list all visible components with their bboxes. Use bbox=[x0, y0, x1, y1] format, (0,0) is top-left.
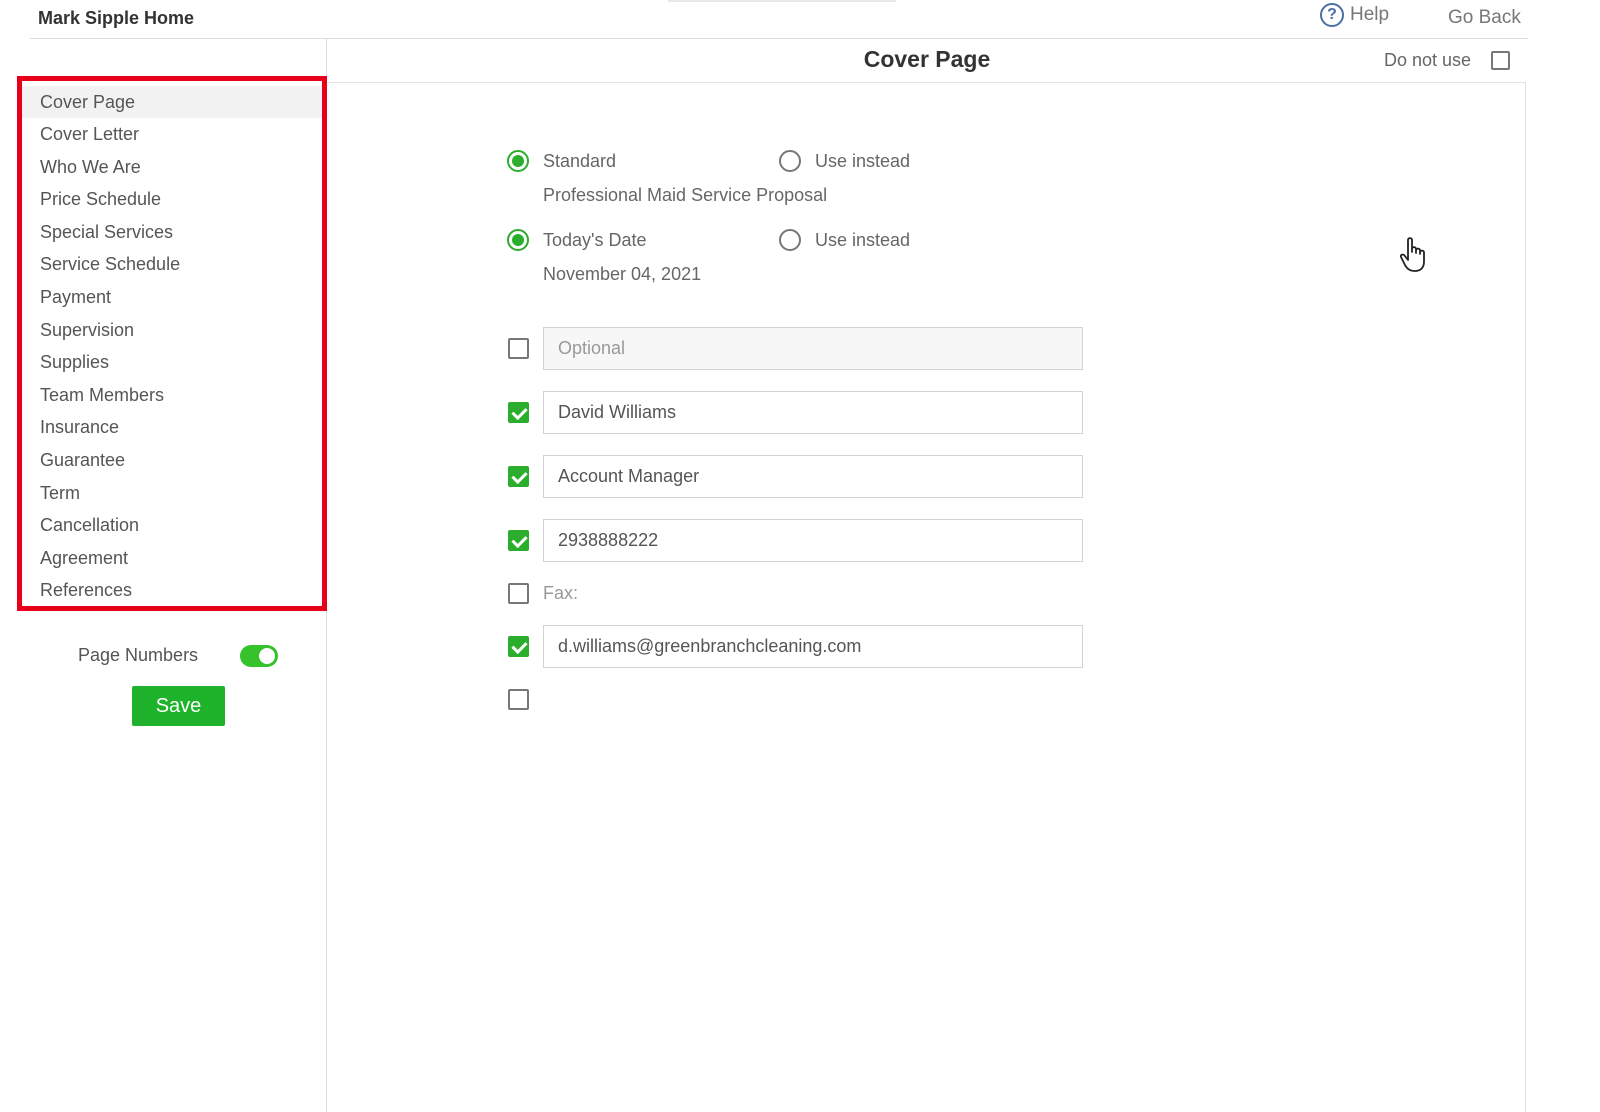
home-brand-link[interactable]: Mark Sipple Home bbox=[38, 8, 194, 29]
name-checkbox[interactable] bbox=[508, 402, 529, 423]
standard-title-value: Professional Maid Service Proposal bbox=[543, 185, 828, 205]
nav-item-supplies[interactable]: Supplies bbox=[22, 346, 322, 378]
header-divider bbox=[30, 38, 1528, 39]
top-tab-hint bbox=[668, 0, 896, 2]
title-standard-label: Standard bbox=[543, 151, 617, 171]
page-numbers-label: Page Numbers bbox=[78, 645, 199, 665]
email-input[interactable]: d.williams@greenbranchcleaning.com bbox=[543, 625, 1083, 668]
optional-line-input[interactable]: Optional bbox=[543, 327, 1083, 370]
section-nav: Cover Page Cover Letter Who We Are Price… bbox=[17, 76, 327, 611]
extra-line-checkbox[interactable] bbox=[508, 689, 529, 710]
nav-item-cover-page[interactable]: Cover Page bbox=[22, 86, 322, 118]
job-title-checkbox[interactable] bbox=[508, 466, 529, 487]
do-not-use-checkbox[interactable] bbox=[1491, 51, 1510, 70]
toggle-knob bbox=[259, 648, 275, 664]
date-use-instead-radio[interactable] bbox=[779, 229, 801, 251]
nav-item-special-services[interactable]: Special Services bbox=[22, 216, 322, 248]
date-today-radio[interactable] bbox=[507, 229, 529, 251]
email-checkbox[interactable] bbox=[508, 636, 529, 657]
date-use-instead-label: Use instead bbox=[815, 230, 911, 250]
go-back-link[interactable]: Go Back bbox=[1448, 7, 1521, 29]
today-date-value: November 04, 2021 bbox=[543, 264, 702, 284]
fax-label: Fax: bbox=[543, 583, 579, 603]
title-use-instead-label: Use instead bbox=[815, 151, 911, 171]
title-use-instead-radio[interactable] bbox=[779, 150, 801, 172]
title-standard-radio[interactable] bbox=[507, 150, 529, 172]
nav-item-term[interactable]: Term bbox=[22, 477, 322, 509]
nav-item-price-schedule[interactable]: Price Schedule bbox=[22, 183, 322, 215]
hand-cursor-icon bbox=[1399, 237, 1425, 272]
date-today-label: Today's Date bbox=[543, 230, 647, 250]
nav-item-insurance[interactable]: Insurance bbox=[22, 411, 322, 443]
nav-item-references[interactable]: References bbox=[22, 574, 322, 606]
nav-item-who-we-are[interactable]: Who We Are bbox=[22, 151, 322, 183]
nav-item-cover-letter[interactable]: Cover Letter bbox=[22, 118, 322, 150]
main-header-divider bbox=[327, 82, 1525, 83]
nav-item-cancellation[interactable]: Cancellation bbox=[22, 509, 322, 541]
nav-item-guarantee[interactable]: Guarantee bbox=[22, 444, 322, 476]
name-input[interactable]: David Williams bbox=[543, 391, 1083, 434]
page-title: Cover Page bbox=[863, 46, 991, 72]
help-label: Help bbox=[1350, 4, 1390, 25]
nav-item-agreement[interactable]: Agreement bbox=[22, 542, 322, 574]
nav-item-team-members[interactable]: Team Members bbox=[22, 379, 322, 411]
do-not-use-label: Do not use bbox=[1384, 50, 1472, 70]
optional-line-checkbox[interactable] bbox=[508, 338, 529, 359]
fax-checkbox[interactable] bbox=[508, 583, 529, 604]
main-right-border bbox=[1525, 82, 1526, 1112]
nav-item-service-schedule[interactable]: Service Schedule bbox=[22, 248, 322, 280]
help-link[interactable]: ? Help bbox=[1320, 3, 1389, 27]
save-button[interactable]: Save bbox=[132, 686, 225, 726]
job-title-input[interactable]: Account Manager bbox=[543, 455, 1083, 498]
phone-input[interactable]: 2938888222 bbox=[543, 519, 1083, 562]
nav-item-payment[interactable]: Payment bbox=[22, 281, 322, 313]
page-numbers-toggle[interactable] bbox=[240, 645, 278, 667]
help-icon: ? bbox=[1320, 3, 1344, 27]
nav-item-supervision[interactable]: Supervision bbox=[22, 314, 322, 346]
phone-checkbox[interactable] bbox=[508, 530, 529, 551]
